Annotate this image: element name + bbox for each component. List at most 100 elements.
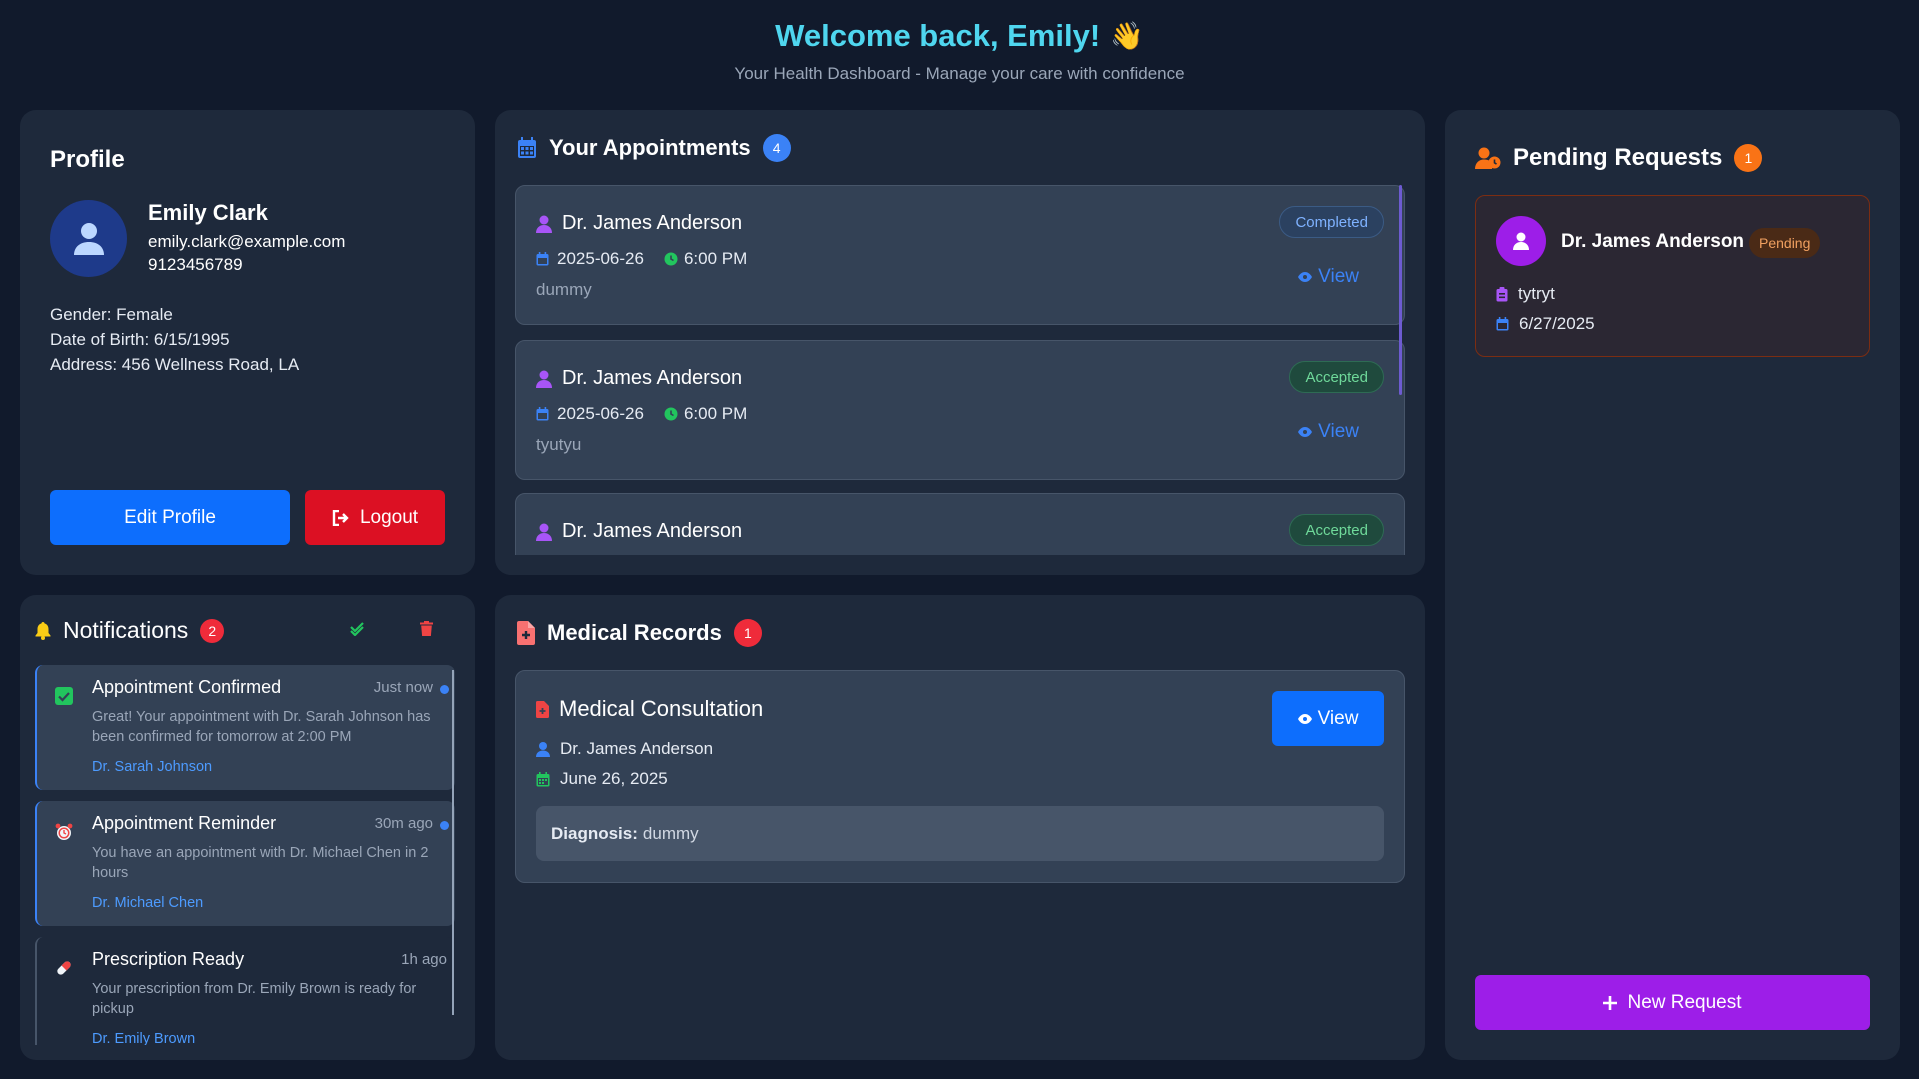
diagnosis-box: Diagnosis: dummy — [536, 806, 1384, 861]
page-subtitle: Your Health Dashboard - Manage your care… — [734, 64, 1185, 83]
notification-doctor[interactable]: Dr. Emily Brown — [92, 1031, 195, 1045]
user-icon — [73, 222, 104, 255]
notification-item[interactable]: Appointment Reminder 30m ago You have an… — [35, 801, 455, 926]
mark-all-read-button[interactable] — [350, 622, 366, 641]
medical-file-icon — [517, 621, 535, 645]
appointments-card: Your Appointments 4 Dr. James Anderson 2… — [495, 110, 1425, 575]
pending-date-text: 6/27/2025 — [1519, 314, 1595, 333]
medical-record-item: Medical Consultation Dr. James Anderson … — [515, 670, 1405, 883]
notifications-scrollbar[interactable] — [452, 670, 454, 1015]
pending-doctor-name: Dr. James Anderson — [1561, 231, 1745, 252]
status-badge: Accepted — [1289, 514, 1384, 546]
profile-title: Profile — [50, 146, 125, 173]
record-title: Medical Consultation — [536, 696, 763, 722]
appointment-time-wrap: 6:00 PM — [664, 249, 747, 269]
pending-title: Pending Requests — [1513, 144, 1723, 171]
notification-time: 1h ago — [401, 951, 447, 968]
records-count-badge: 1 — [733, 619, 762, 647]
calendar-icon — [518, 137, 536, 158]
notification-item[interactable]: Appointment Confirmed Just now Great! Yo… — [35, 665, 455, 790]
clear-all-button[interactable] — [420, 621, 433, 641]
appointments-title: Your Appointments — [549, 135, 751, 160]
appointment-note: dummy — [536, 280, 592, 299]
notification-doctor[interactable]: Dr. Michael Chen — [92, 895, 203, 911]
notifications-list[interactable]: Appointment Confirmed Just now Great! Yo… — [35, 665, 460, 1045]
notification-message: Great! Your appointment with Dr. Sarah J… — [92, 709, 431, 745]
appointment-doctor: Dr. James Anderson — [536, 367, 742, 390]
appointments-list[interactable]: Dr. James Anderson 2025-06-26 6:00 PM du… — [515, 185, 1405, 555]
view-appointment-link[interactable]: View — [1298, 266, 1359, 288]
appointment-doctor-name: Dr. James Anderson — [562, 520, 743, 542]
appointment-time: 6:00 PM — [683, 249, 748, 268]
pending-reason-text: tytryt — [1518, 284, 1555, 303]
notifications-card: Notifications 2 Appointment Confirmed Ju… — [20, 595, 475, 1060]
appointments-scrollbar[interactable] — [1399, 185, 1402, 395]
appointments-header: Your Appointments 4 — [517, 134, 791, 162]
unread-dot — [440, 821, 449, 830]
appointment-doctor-name: Dr. James Anderson — [562, 367, 743, 389]
record-title-text: Medical Consultation — [559, 696, 764, 721]
view-record-button[interactable]: View — [1272, 691, 1384, 746]
alarm-clock-icon — [55, 823, 73, 840]
double-check-icon — [350, 622, 364, 637]
new-request-label: New Request — [1627, 991, 1742, 1013]
appointment-doctor: Dr. James Anderson — [536, 520, 742, 543]
trash-icon — [420, 621, 433, 636]
notifications-count-badge: 2 — [200, 618, 225, 643]
status-badge: Completed — [1279, 206, 1384, 238]
profile-info: Emily Clark emily.clark@example.com 9123… — [148, 200, 345, 275]
medical-records-card: Medical Records 1 Medical Consultation D… — [495, 595, 1425, 1060]
notifications-title: Notifications — [63, 617, 189, 643]
calendar-icon — [536, 771, 550, 786]
appointment-meta: 2025-06-26 6:00 PM — [536, 404, 747, 424]
profile-details: Gender: Female Date of Birth: 6/15/1995 … — [50, 302, 299, 377]
user-icon — [536, 741, 550, 757]
calendar-icon — [536, 407, 549, 421]
avatar — [50, 200, 127, 277]
pending-reason: tytryt — [1496, 284, 1555, 304]
profile-phone: 9123456789 — [148, 255, 243, 274]
appointment-doctor-name: Dr. James Anderson — [562, 212, 743, 234]
clock-icon — [664, 252, 678, 266]
notification-doctor[interactable]: Dr. Sarah Johnson — [92, 759, 212, 775]
appointment-date: 2025-06-26 — [557, 249, 644, 268]
notification-time: Just now — [373, 679, 433, 696]
user-clock-icon — [1475, 147, 1501, 169]
profile-gender: Gender: Female — [50, 305, 173, 324]
plus-icon — [1603, 995, 1618, 1010]
notification-title: Appointment Reminder — [92, 813, 277, 833]
view-label: View — [1318, 421, 1359, 442]
record-date-text: June 26, 2025 — [560, 769, 668, 788]
pill-icon — [57, 961, 71, 975]
unread-dot — [440, 685, 449, 694]
user-icon — [1513, 232, 1529, 250]
view-label: View — [1318, 266, 1359, 287]
wave-icon: 👋 — [1110, 21, 1144, 51]
logout-button[interactable]: Logout — [305, 490, 445, 545]
view-appointment-link[interactable]: View — [1298, 421, 1359, 443]
pending-request-item[interactable]: Dr. James Anderson Pending tytryt 6/27/2… — [1475, 195, 1870, 357]
page-title: Welcome back, Emily! 👋 — [775, 18, 1144, 54]
edit-profile-button[interactable]: Edit Profile — [50, 490, 290, 545]
appointment-meta: 2025-06-26 6:00 PM — [536, 249, 747, 269]
appointment-date: 2025-06-26 — [557, 404, 644, 423]
notification-item[interactable]: Prescription Ready 1h ago Your prescript… — [35, 937, 455, 1045]
notification-title: Prescription Ready — [92, 949, 245, 969]
check-square-icon — [55, 687, 73, 705]
record-date: June 26, 2025 — [536, 769, 668, 789]
eye-icon — [1298, 427, 1313, 437]
notification-message: Your prescription from Dr. Emily Brown i… — [92, 981, 417, 1017]
profile-email: emily.clark@example.com — [148, 232, 346, 251]
appointment-note: tyutyu — [536, 435, 582, 454]
welcome-text: Welcome back, Emily! — [775, 18, 1101, 53]
calendar-icon — [1496, 317, 1509, 331]
logout-label: Logout — [359, 506, 419, 528]
profile-name: Emily Clark — [148, 200, 268, 225]
new-request-button[interactable]: New Request — [1475, 975, 1870, 1030]
notification-time: 30m ago — [374, 815, 433, 832]
notification-message: You have an appointment with Dr. Michael… — [92, 845, 429, 881]
pending-requests-card: Pending Requests 1 Dr. James Anderson Pe… — [1445, 110, 1900, 1060]
diagnosis-label: Diagnosis: — [551, 823, 638, 843]
appointment-time-wrap: 6:00 PM — [664, 404, 747, 424]
record-doctor: Dr. James Anderson — [536, 739, 713, 759]
